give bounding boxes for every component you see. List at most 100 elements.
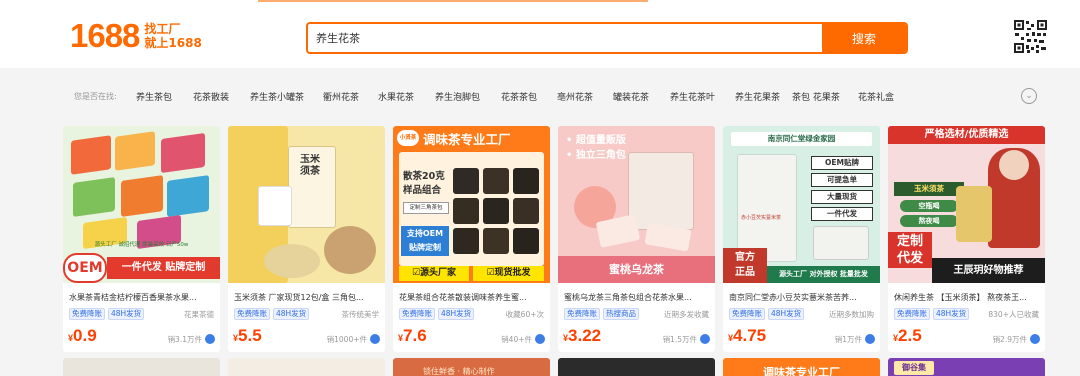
product-card[interactable]: 严格选材/优质精选 玉米须茶 空瓶喝 熬夜喝 定制 代发 王辰玥好物推荐 休闲养… <box>888 126 1045 352</box>
sales-count: 销2.9万件 <box>992 335 1027 344</box>
product-title[interactable]: 花果茶组合花茶散装调味茶养生蜜... <box>399 292 546 304</box>
related-search-item[interactable]: 养生花果茶 <box>735 90 780 103</box>
custom-badge-line: 代发 <box>896 251 923 266</box>
price-value: 2.5 <box>898 326 922 345</box>
tea-sample-swatch <box>483 168 509 194</box>
related-search-item[interactable]: 花茶散装 <box>193 90 229 103</box>
image-feature-chip: 一件代发 <box>811 207 873 221</box>
product-image[interactable]: 严格选材/优质精选 玉米须茶 空瓶喝 熬夜喝 定制 代发 王辰玥好物推荐 <box>888 126 1045 283</box>
related-searches-bar: 您是否在找: 养生茶包 花茶散装 养生茶小罐茶 衢州花茶 水果花茶 养生泡脚包 … <box>0 78 1080 116</box>
related-search-item[interactable]: 养生茶包 <box>136 90 172 103</box>
product-title[interactable]: 蜜桃乌龙茶三角茶包组合花茶水果... <box>564 292 711 304</box>
product-price: ¥7.6 <box>398 326 427 345</box>
product-card[interactable]: 小贤茶 调味茶专业工厂 散茶20克 样品组合 定制三角茶包 支持OEM 贴牌定制… <box>393 126 550 352</box>
product-card[interactable]: 玉米须茶 玉米须茶 厂家现货12包/盒 三角包... 免费降账 48H发货 茶传… <box>228 126 385 352</box>
product-card-partial[interactable]: 锁住鲜香 · 精心制作 <box>393 358 550 376</box>
product-tags: 免费降账 48H发货 <box>399 308 475 320</box>
related-search-item[interactable]: 养生茶小罐茶 <box>250 90 304 103</box>
product-aside-info: 花果茶德 <box>184 310 214 319</box>
chevron-down-icon[interactable]: ⌄ <box>1021 88 1037 104</box>
more-icon[interactable] <box>370 334 380 344</box>
related-search-item[interactable]: 花茶礼盒 <box>858 90 894 103</box>
product-tags: 免费降账 48H发货 <box>234 308 310 320</box>
oem-badge: 支持OEM 贴牌定制 <box>401 226 449 256</box>
product-price: ¥2.5 <box>893 326 922 345</box>
product-card-partial[interactable] <box>558 358 715 376</box>
product-title[interactable]: 南京同仁堂赤小豆芡实薏米茶苦荞... <box>729 292 876 304</box>
product-price: ¥3.22 <box>563 326 602 345</box>
related-search-item[interactable]: 衢州花茶 <box>323 90 359 103</box>
brand-logo: 小贤茶 <box>397 130 419 146</box>
logo-slogan: 找工厂 就上1688 <box>144 22 206 50</box>
tea-box-graphic <box>167 175 209 217</box>
more-icon[interactable] <box>700 334 710 344</box>
product-image[interactable]: 南京同仁堂绿金家园 赤小豆芡实薏米茶 OEM贴牌 可提急单 大量现货 一件代发 … <box>723 126 880 283</box>
tea-box-graphic <box>161 132 205 174</box>
image-feature-chip: OEM贴牌 <box>811 156 873 170</box>
oem-badge: OEM <box>63 253 107 283</box>
image-heading: 调味茶专业工厂 <box>423 132 511 147</box>
product-card-partial[interactable]: 调味茶专业工厂 <box>723 358 880 376</box>
tea-box-chip: 空瓶喝 <box>900 200 958 212</box>
official-badge-line: 官方 <box>735 252 755 263</box>
product-title[interactable]: 玉米须茶 厂家现货12包/盒 三角包... <box>234 292 381 304</box>
tea-bag-graphic <box>628 152 694 230</box>
related-searches-label: 您是否在找: <box>74 92 117 101</box>
logo-slogan-line1: 找工厂 <box>144 22 181 36</box>
tea-bag-graphic <box>258 186 292 226</box>
more-icon[interactable] <box>535 334 545 344</box>
related-search-item[interactable]: 罐装花茶 <box>613 90 649 103</box>
product-tag: 48H发货 <box>273 308 310 320</box>
price-value: 0.9 <box>73 326 97 345</box>
product-tag: 免费降账 <box>234 308 270 320</box>
tea-sample-swatch <box>513 198 539 224</box>
related-search-item[interactable]: 茶包 花果茶 <box>792 90 840 103</box>
search-button[interactable]: 搜索 <box>822 24 906 52</box>
product-card-partial[interactable] <box>228 358 385 376</box>
product-image[interactable]: 玉米须茶 <box>228 126 385 283</box>
tea-box-graphic <box>73 177 115 217</box>
more-icon[interactable] <box>205 334 215 344</box>
image-sample-tag: 定制三角茶包 <box>403 202 449 214</box>
related-search-item[interactable]: 亳州花茶 <box>557 90 593 103</box>
related-search-item[interactable]: 花茶茶包 <box>501 90 537 103</box>
product-title[interactable]: 水果茶青桔金桔柠檬百香果茶水果... <box>69 292 216 304</box>
spokesperson-face <box>999 150 1029 180</box>
image-banner: 一件代发 贴牌定制 <box>107 257 220 279</box>
related-search-item[interactable]: 养生泡脚包 <box>435 90 480 103</box>
product-aside-info: 830+人已收藏 <box>988 310 1039 319</box>
search-input[interactable] <box>308 24 822 52</box>
product-tag: 48H发货 <box>108 308 145 320</box>
product-tag: 免费降账 <box>399 308 435 320</box>
product-image[interactable]: • 超值量贩版 • 独立三角包 蜜桃乌龙茶 <box>558 126 715 283</box>
tea-sample-swatch <box>483 198 509 224</box>
image-heading: 南京同仁堂绿金家园 <box>731 132 872 146</box>
sales-count: 销1.5万件 <box>662 335 697 344</box>
product-title[interactable]: 休闲养生茶 【玉米须茶】 熬夜茶王... <box>894 292 1041 304</box>
more-icon[interactable] <box>1030 334 1040 344</box>
custom-badge-line: 定制 <box>896 234 923 249</box>
sales-count: 销3.1万件 <box>167 335 202 344</box>
product-price: ¥0.9 <box>68 326 97 345</box>
sales-count: 销40+件 <box>501 335 532 344</box>
related-search-item[interactable]: 养生花茶叶 <box>670 90 715 103</box>
product-card[interactable]: • 超值量贩版 • 独立三角包 蜜桃乌龙茶 蜜桃乌龙茶三角茶包组合花茶水果...… <box>558 126 715 352</box>
product-image[interactable]: 小贤茶 调味茶专业工厂 散茶20克 样品组合 定制三角茶包 支持OEM 贴牌定制… <box>393 126 550 283</box>
product-card[interactable]: 南京同仁堂绿金家园 赤小豆芡实薏米茶 OEM贴牌 可提急单 大量现货 一件代发 … <box>723 126 880 352</box>
site-logo[interactable]: 1688 找工厂 就上1688 <box>70 18 206 54</box>
image-sample-line: 散茶20克 <box>403 171 445 182</box>
product-image[interactable]: 源头工厂 诚招代理 原装高效 日产50w OEM 一件代发 贴牌定制 <box>63 126 220 283</box>
more-icon[interactable] <box>865 334 875 344</box>
qr-code-icon[interactable] <box>1014 20 1047 53</box>
image-feature-chip: 可提急单 <box>811 173 873 187</box>
tea-jar-graphic <box>956 186 992 242</box>
product-tag: 免费降账 <box>564 308 600 320</box>
tea-box-graphic <box>71 135 111 175</box>
product-tag: 48H发货 <box>438 308 475 320</box>
related-search-item[interactable]: 水果花茶 <box>378 90 414 103</box>
product-card[interactable]: 源头工厂 诚招代理 原装高效 日产50w OEM 一件代发 贴牌定制 水果茶青桔… <box>63 126 220 352</box>
product-tag: 免费降账 <box>729 308 765 320</box>
tea-box-graphic <box>737 154 797 262</box>
product-card-partial[interactable]: 御谷集 <box>888 358 1045 376</box>
product-card-partial[interactable] <box>63 358 220 376</box>
